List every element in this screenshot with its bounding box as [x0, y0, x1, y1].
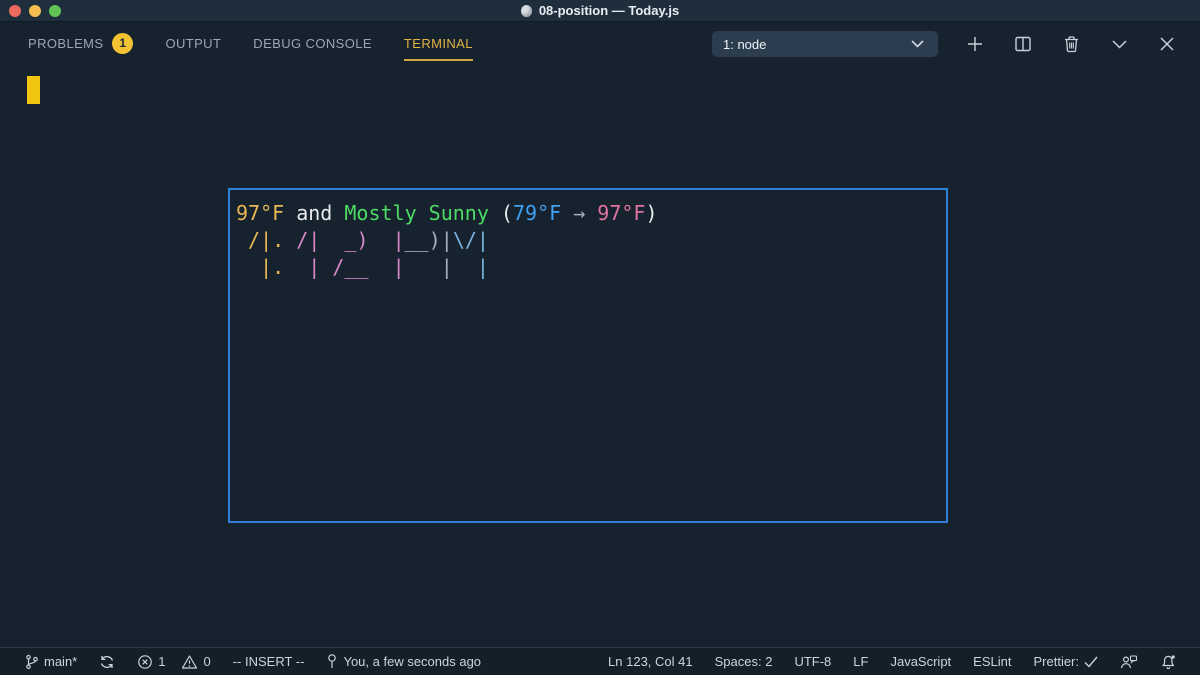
weather-ascii-art-row-1: /|. /| _) |__)|\/| — [236, 227, 938, 254]
encoding-label: UTF-8 — [794, 654, 831, 669]
notifications-button[interactable] — [1149, 648, 1188, 675]
sync-icon — [99, 654, 115, 670]
cursor-position-label: Ln 123, Col 41 — [608, 654, 693, 669]
vim-mode-label: -- INSERT -- — [233, 654, 305, 669]
document-proxy-icon — [521, 5, 532, 17]
new-terminal-icon[interactable] — [964, 33, 986, 55]
weather-output-box: 97°F and Mostly Sunny (79°F → 97°F) /|. … — [228, 188, 948, 523]
prettier-label: Prettier: — [1033, 654, 1079, 669]
terminal-cursor — [27, 76, 40, 104]
eslint-label: ESLint — [973, 654, 1011, 669]
panel-chevron-down-icon[interactable] — [1108, 33, 1130, 55]
tab-terminal-label: TERMINAL — [404, 36, 473, 51]
language-mode-label: JavaScript — [890, 654, 951, 669]
problems-count-badge: 1 — [112, 33, 133, 54]
panel-tabs: PROBLEMS 1 OUTPUT DEBUG CONSOLE TERMINAL — [28, 27, 473, 62]
feedback-button[interactable] — [1109, 648, 1149, 675]
split-terminal-icon[interactable] — [1012, 33, 1034, 55]
problems-status[interactable]: 1 0 — [126, 648, 221, 675]
git-branch-status[interactable]: main* — [14, 648, 88, 675]
tab-problems-label: PROBLEMS — [28, 36, 103, 51]
window-title-wrap: 08-position — Today.js — [0, 3, 1200, 18]
eol-status[interactable]: LF — [842, 648, 879, 675]
select-chevron-down-icon — [906, 33, 928, 55]
language-mode-status[interactable]: JavaScript — [879, 648, 962, 675]
panel-header: PROBLEMS 1 OUTPUT DEBUG CONSOLE TERMINAL… — [0, 22, 1200, 66]
warning-count: 0 — [203, 654, 210, 669]
git-branch-icon — [25, 654, 39, 670]
git-branch-label: main* — [44, 654, 77, 669]
encoding-status[interactable]: UTF-8 — [783, 648, 842, 675]
terminal-shell-select-value: 1: node — [723, 37, 766, 52]
check-icon — [1084, 656, 1098, 668]
gitlens-blame-status[interactable]: You, a few seconds ago — [315, 648, 492, 675]
terminal-controls: 1: node — [712, 31, 1178, 57]
warning-icon — [181, 654, 198, 670]
tab-debug-console[interactable]: DEBUG CONSOLE — [253, 30, 372, 59]
error-count: 1 — [158, 654, 165, 669]
terminal-shell-select[interactable]: 1: node — [712, 31, 938, 57]
weather-summary-line: 97°F and Mostly Sunny (79°F → 97°F) — [236, 200, 938, 227]
eol-label: LF — [853, 654, 868, 669]
window-title: 08-position — Today.js — [539, 3, 679, 18]
git-sync-button[interactable] — [88, 648, 126, 675]
status-bar: main* 1 0 -- INSERT -- You, a few sec — [0, 647, 1200, 675]
error-icon — [137, 654, 153, 670]
tab-problems[interactable]: PROBLEMS 1 — [28, 27, 133, 62]
prettier-status[interactable]: Prettier: — [1022, 648, 1109, 675]
tab-output-label: OUTPUT — [165, 36, 221, 51]
weather-ascii-art-row-2: |. | /__ | | | — [236, 254, 938, 281]
commit-icon — [326, 653, 338, 670]
close-panel-icon[interactable] — [1156, 33, 1178, 55]
feedback-icon — [1120, 654, 1138, 670]
titlebar: 08-position — Today.js — [0, 0, 1200, 22]
indentation-status[interactable]: Spaces: 2 — [704, 648, 784, 675]
tab-debug-console-label: DEBUG CONSOLE — [253, 36, 372, 51]
eslint-status[interactable]: ESLint — [962, 648, 1022, 675]
tab-output[interactable]: OUTPUT — [165, 30, 221, 59]
cursor-position-status[interactable]: Ln 123, Col 41 — [597, 648, 704, 675]
status-bar-right: Ln 123, Col 41 Spaces: 2 UTF-8 LF JavaSc… — [597, 648, 1188, 675]
tab-terminal[interactable]: TERMINAL — [404, 30, 473, 59]
status-bar-left: main* 1 0 -- INSERT -- You, a few sec — [14, 648, 492, 675]
blame-label: You, a few seconds ago — [343, 654, 481, 669]
vim-mode-indicator[interactable]: -- INSERT -- — [222, 648, 316, 675]
terminal-viewport[interactable]: 97°F and Mostly Sunny (79°F → 97°F) /|. … — [0, 67, 1200, 647]
indentation-label: Spaces: 2 — [715, 654, 773, 669]
kill-terminal-trash-icon[interactable] — [1060, 33, 1082, 55]
bell-dot-icon — [1160, 653, 1177, 670]
